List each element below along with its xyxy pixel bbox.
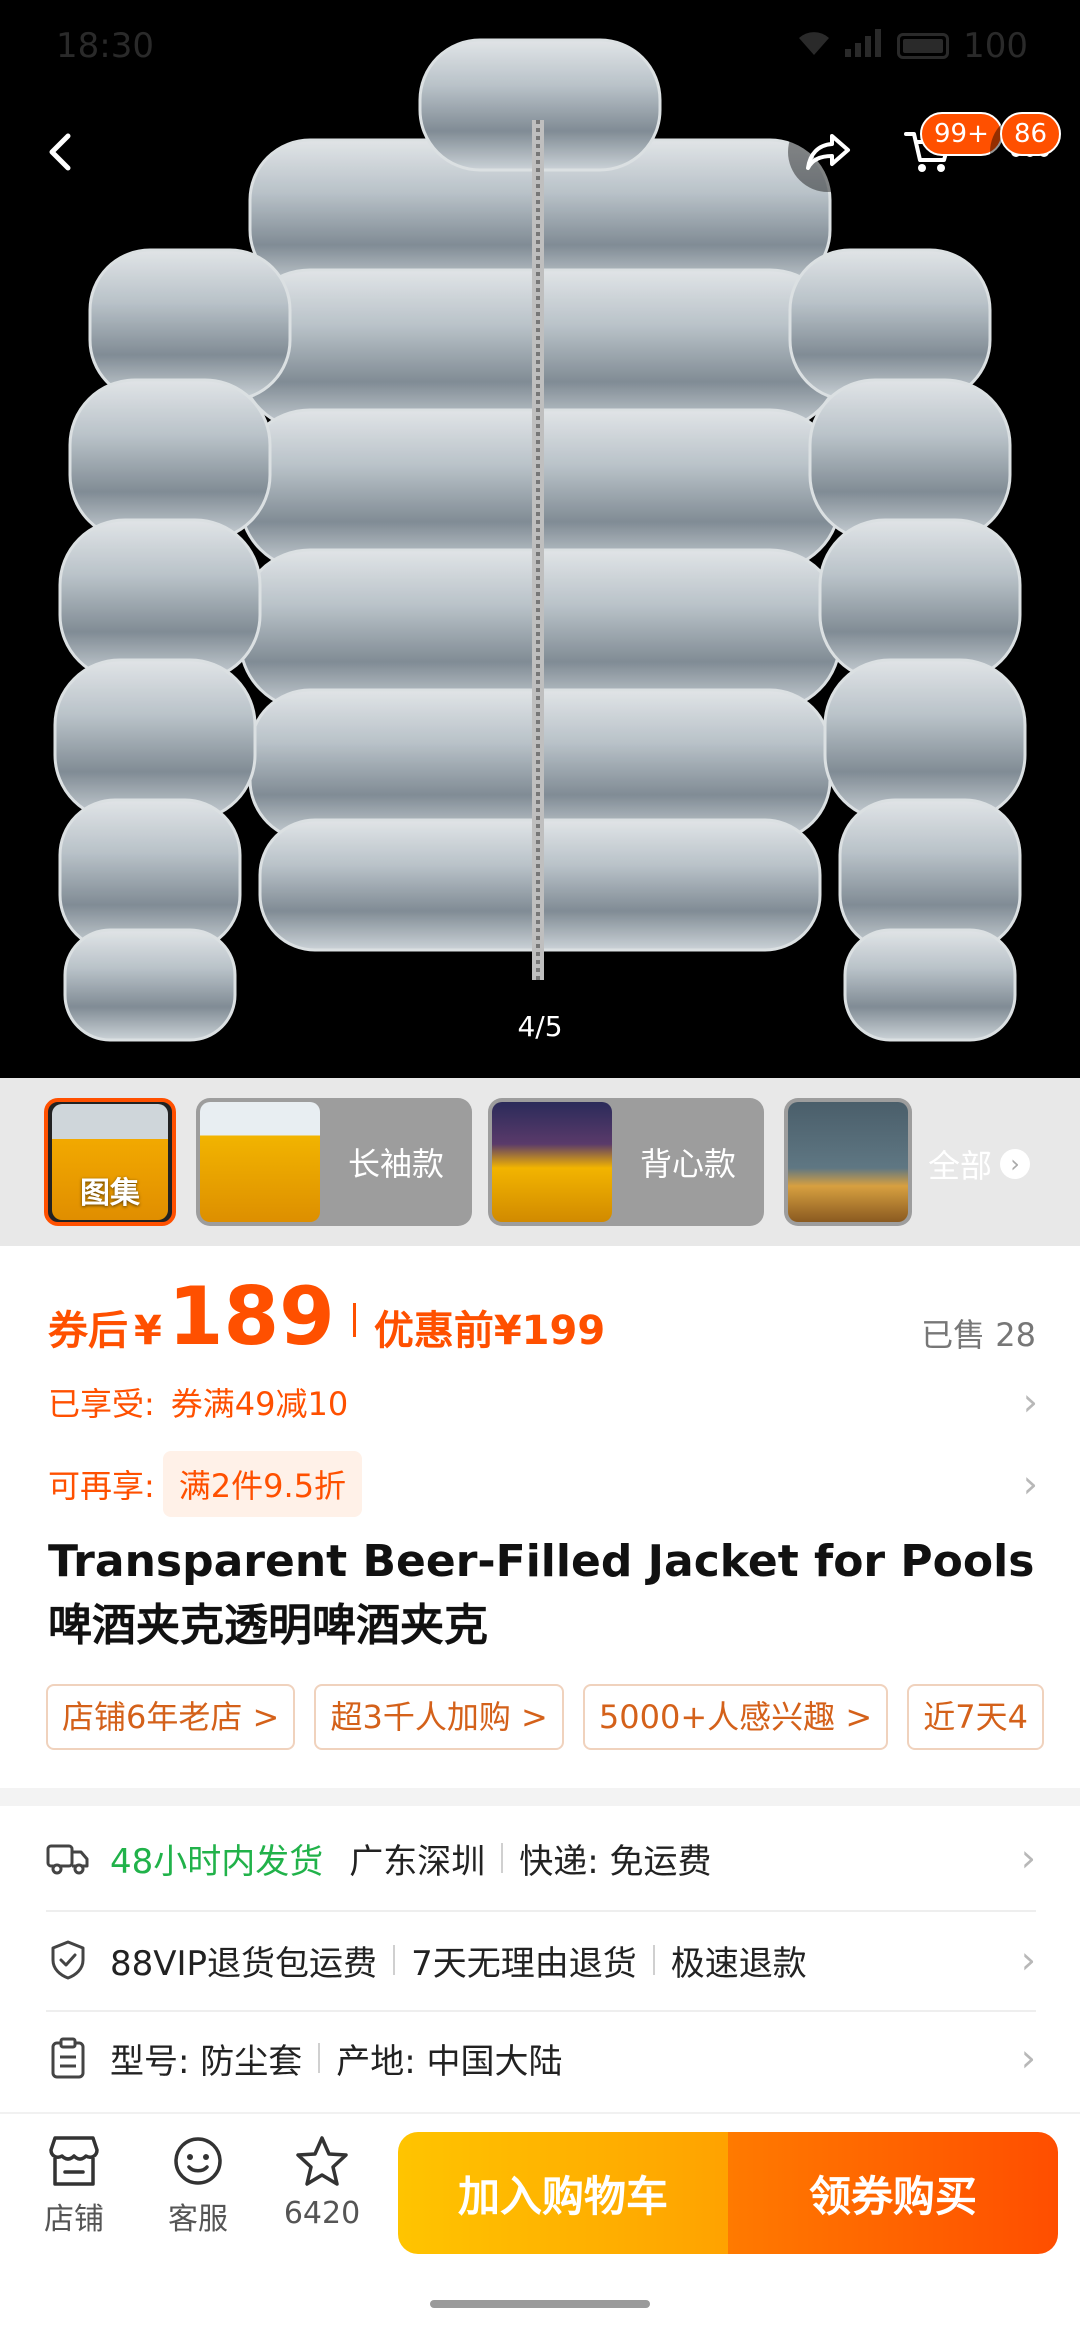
price-before-discount: 优惠前¥199 — [373, 1308, 606, 1354]
shop-button[interactable]: 店铺 — [14, 2134, 134, 2264]
thumbnail-beer[interactable] — [784, 1098, 912, 1226]
model-spec: 型号: 防尘套 — [110, 2041, 303, 2082]
gallery-page-indicator: 4/5 — [517, 1010, 563, 1043]
fast-refund: 极速退款 — [670, 1943, 807, 1984]
shipping-origin: 广东深圳 — [349, 1841, 486, 1882]
thumbnail-vest[interactable]: 背心款 — [488, 1098, 764, 1226]
clipboard-icon — [46, 2036, 90, 2080]
sold-count: 已售 28 — [921, 1316, 1036, 1354]
tag-chip-recent[interactable]: 近7天4 — [907, 1684, 1044, 1750]
customer-service-button[interactable]: 客服 — [138, 2134, 258, 2264]
promo-applied-label: 已享受: — [48, 1385, 155, 1423]
divider — [501, 1843, 504, 1873]
view-all-label: 全部 — [928, 1147, 993, 1185]
signal-icon — [845, 26, 883, 66]
divider — [393, 1945, 396, 1975]
shop-icon — [49, 2136, 99, 2186]
home-indicator[interactable] — [430, 2300, 650, 2308]
shipping-row[interactable]: 48小时内发货 广东深圳 快递: 免运费 › — [46, 1810, 1036, 1906]
thumbnail-image — [492, 1102, 612, 1222]
battery-icon — [897, 33, 950, 59]
divider — [652, 1945, 655, 1975]
tag-chip-store-age[interactable]: 店铺6年老店 > — [46, 1684, 296, 1750]
seven-day-return: 7天无理由退货 — [411, 1943, 637, 1984]
section-separator — [0, 1788, 1080, 1806]
shield-check-icon — [46, 1938, 90, 1982]
favorite-count: 6420 — [283, 2196, 361, 2231]
product-image-gallery[interactable]: 18:30 100 99+ 86 4/5 — [0, 0, 1080, 1078]
promo-extra-tag: 满2件9.5折 — [162, 1451, 363, 1517]
promo-applied-row[interactable]: 已享受: 券满49减10 › — [48, 1374, 1038, 1430]
price-currency: ¥ — [134, 1308, 162, 1354]
promo-extra-label: 可再享: — [48, 1467, 155, 1505]
thumbnail-strip[interactable]: 图集 长袖款 背心款 — [0, 1078, 1080, 1246]
price-value: 189 — [167, 1270, 335, 1363]
origin-spec: 产地: 中国大陆 — [336, 2041, 563, 2082]
chat-face-icon — [174, 2137, 222, 2185]
thumbnail-gallery[interactable]: 图集 — [44, 1098, 176, 1226]
star-icon — [296, 2136, 348, 2186]
thumbnail-label: 背心款 — [640, 1145, 737, 1183]
thumbnail-label: 长袖款 — [348, 1145, 445, 1183]
promo-extra-row[interactable]: 可再享: 满2件9.5折 › — [48, 1448, 1038, 1520]
shop-label: 店铺 — [44, 2202, 104, 2237]
customer-service-label: 客服 — [168, 2202, 228, 2237]
product-title: Transparent Beer-Filled Jacket for Pools… — [48, 1536, 1035, 1651]
vip-return-shipping: 88VIP退货包运费 — [110, 1943, 378, 1984]
chevron-right-icon: › — [1000, 1149, 1031, 1179]
chevron-right-icon: › — [1020, 1938, 1036, 1982]
thumbnail-image — [788, 1102, 908, 1222]
shipping-time: 48小时内发货 — [110, 1841, 324, 1882]
price-section: 券后 ¥ 189 优惠前¥199 — [48, 1270, 1038, 1370]
divider — [318, 2043, 321, 2073]
status-icons: 100 — [797, 26, 1028, 66]
spec-row[interactable]: 型号: 防尘套 产地: 中国大陆 › — [46, 2010, 1036, 2106]
chevron-right-icon: › — [1020, 1836, 1036, 1880]
thumbnail-image — [200, 1102, 320, 1222]
view-all-button[interactable]: 全部 › — [928, 1100, 1031, 1228]
buy-with-coupon-button[interactable]: 领券购买 — [728, 2132, 1058, 2254]
truck-icon — [46, 1836, 90, 1880]
chevron-right-icon: › — [1022, 1380, 1038, 1424]
chevron-right-icon: › — [1022, 1462, 1038, 1506]
thumbnail-long-sleeve[interactable]: 长袖款 — [196, 1098, 472, 1226]
share-button[interactable] — [788, 112, 868, 192]
back-button[interactable] — [22, 112, 102, 192]
price-divider — [352, 1303, 356, 1337]
wifi-icon — [797, 26, 831, 66]
favorite-button[interactable]: 6420 — [262, 2134, 382, 2264]
delivery-fee: 快递: 免运费 — [519, 1841, 712, 1882]
status-time: 18:30 — [56, 26, 154, 66]
battery-level: 100 — [963, 26, 1028, 66]
chevron-left-icon — [49, 133, 71, 171]
tag-chip-cart-count[interactable]: 超3千人加购 > — [314, 1684, 564, 1750]
tag-chip-interest[interactable]: 5000+人感兴趣 > — [582, 1684, 889, 1750]
price-prefix: 券后 — [48, 1308, 128, 1354]
chevron-right-icon: › — [1020, 2036, 1036, 2080]
message-badge: 86 — [1000, 112, 1062, 156]
add-to-cart-button[interactable]: 加入购物车 — [398, 2132, 728, 2254]
tag-chip-row[interactable]: 店铺6年老店 > 超3千人加购 > 5000+人感兴趣 > 近7天4 — [46, 1684, 1080, 1754]
thumbnail-label: 图集 — [80, 1176, 140, 1211]
guarantee-row[interactable]: 88VIP退货包运费 7天无理由退货 极速退款 › — [46, 1912, 1036, 2008]
status-bar: 18:30 100 — [0, 0, 1080, 90]
share-icon — [806, 134, 850, 170]
promo-applied-value: 券满49减10 — [170, 1385, 349, 1423]
